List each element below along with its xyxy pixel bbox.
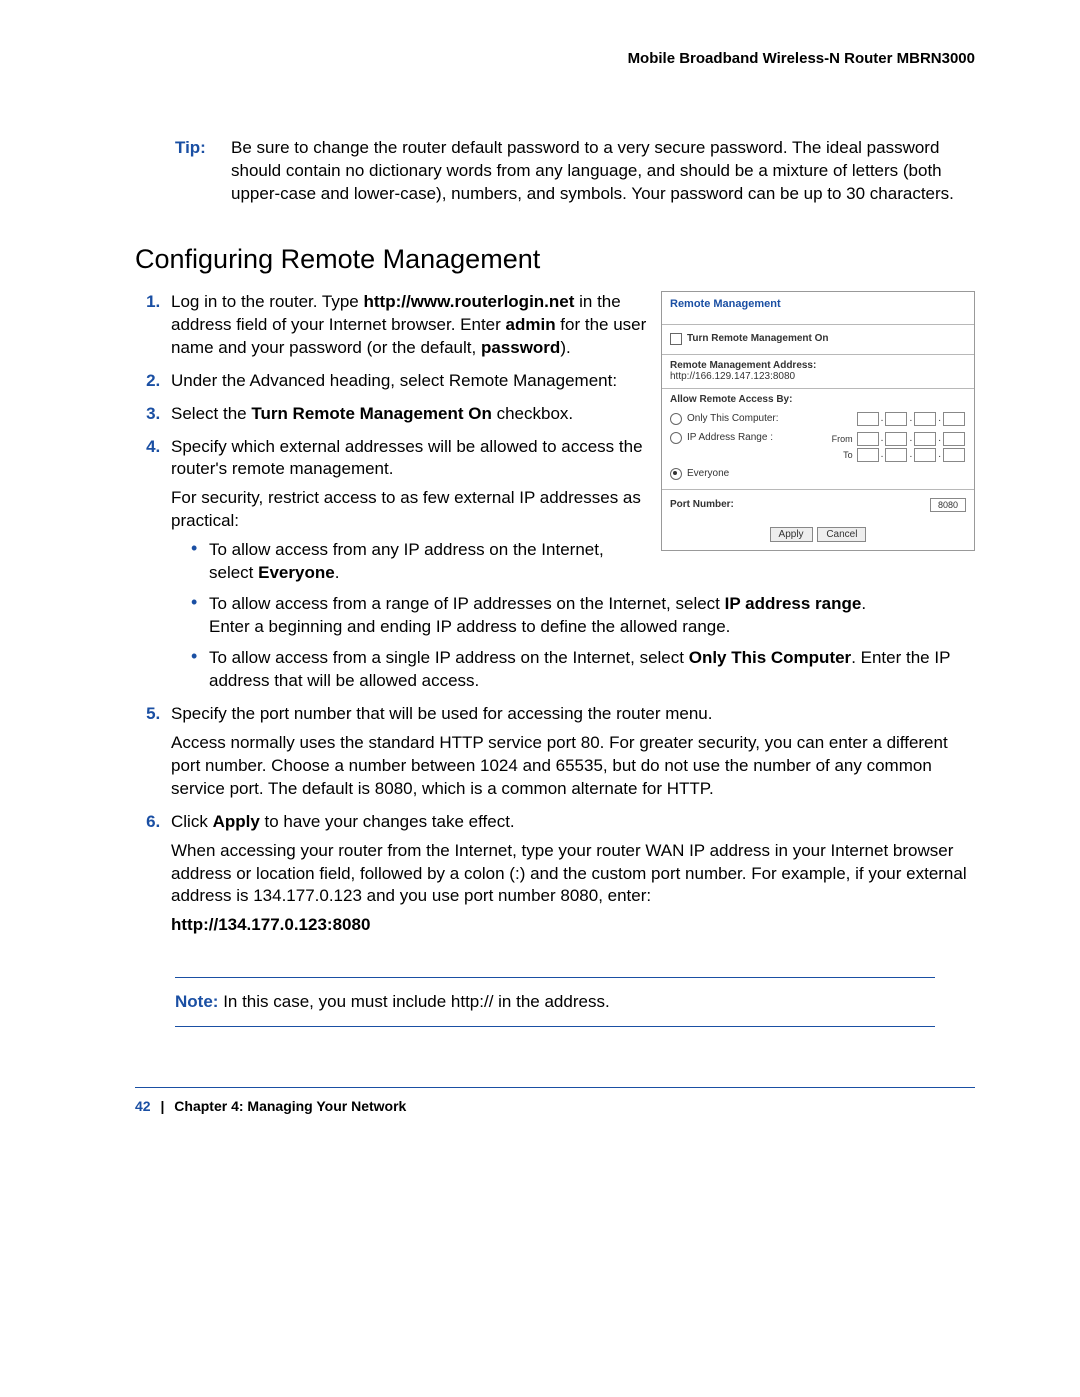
page-number: 42 <box>135 1098 151 1114</box>
everyone-label: Everyone <box>687 468 729 479</box>
running-header: Mobile Broadband Wireless-N Router MBRN3… <box>135 50 975 67</box>
step1-admin: admin <box>506 315 556 334</box>
note-block: Note: In this case, you must include htt… <box>175 977 935 1027</box>
footer-separator: | <box>160 1098 164 1114</box>
tip-text: Be sure to change the router default pas… <box>231 137 975 206</box>
from-label: From <box>823 434 856 444</box>
to-label: To <box>823 450 856 460</box>
remote-management-screenshot: Remote Management Turn Remote Management… <box>661 291 975 551</box>
tip-block: Tip: Be sure to change the router defaul… <box>175 137 975 206</box>
step1-text-d: ). <box>560 338 570 357</box>
step1-text-a: Log in to the router. Type <box>171 292 364 311</box>
chapter-title: Chapter 4: Managing Your Network <box>174 1098 406 1114</box>
step6-text-a: Click <box>171 812 213 831</box>
figure-title: Remote Management <box>662 292 974 324</box>
note-text: In this case, you must include http:// i… <box>223 992 609 1011</box>
b1-bold: Everyone <box>258 563 335 582</box>
range-to-input[interactable]: ... <box>856 448 966 462</box>
only-this-ip-input[interactable]: ... <box>856 412 966 426</box>
note-label: Note: <box>175 992 218 1011</box>
step1-password: password <box>481 338 560 357</box>
b3-bold: Only This Computer <box>689 648 851 667</box>
step6-text-c: When accessing your router from the Inte… <box>171 840 975 909</box>
footer-rule: 42 | Chapter 4: Managing Your Network <box>135 1087 975 1114</box>
ip-range-label: IP Address Range : <box>687 432 773 443</box>
allow-access-label: Allow Remote Access By: <box>670 394 966 405</box>
remote-address-value: http://166.129.147.123:8080 <box>670 371 966 382</box>
range-from-input[interactable]: ... <box>856 432 966 446</box>
bullet-only-this: To allow access from a single IP address… <box>191 647 975 693</box>
b2-text-a: To allow access from a range of IP addre… <box>209 594 725 613</box>
b2-text-b: . <box>861 594 866 613</box>
step3-bold: Turn Remote Management On <box>251 404 492 423</box>
ip-range-radio[interactable] <box>670 432 682 444</box>
b2-text-c: Enter a beginning and ending IP address … <box>209 616 975 639</box>
port-number-input[interactable]: 8080 <box>930 498 966 512</box>
turn-on-label: Turn Remote Management On <box>687 333 829 344</box>
step5-text-b: Access normally uses the standard HTTP s… <box>171 732 975 801</box>
step6-text-b: to have your changes take effect. <box>260 812 515 831</box>
step3-text-a: Select the <box>171 404 251 423</box>
step-5: Specify the port number that will be use… <box>165 703 975 801</box>
everyone-radio[interactable] <box>670 468 682 480</box>
step5-text-a: Specify the port number that will be use… <box>171 703 975 726</box>
section-title: Configuring Remote Management <box>135 244 975 275</box>
only-this-label: Only This Computer: <box>687 413 779 424</box>
step-6: Click Apply to have your changes take ef… <box>165 811 975 938</box>
b3-text-a: To allow access from a single IP address… <box>209 648 689 667</box>
bullet-everyone: To allow access from any IP address on t… <box>191 539 975 585</box>
step3-text-b: checkbox. <box>492 404 573 423</box>
only-this-radio[interactable] <box>670 413 682 425</box>
footer: 42 | Chapter 4: Managing Your Network <box>135 1098 975 1114</box>
b1-text-b: . <box>335 563 340 582</box>
bullet-ip-range: To allow access from a range of IP addre… <box>191 593 975 639</box>
b2-bold: IP address range <box>725 594 862 613</box>
remote-address-label: Remote Management Address: <box>670 360 966 371</box>
tip-label: Tip: <box>175 137 231 206</box>
turn-on-checkbox[interactable] <box>670 333 682 345</box>
port-number-label: Port Number: <box>670 499 734 510</box>
step6-example-url: http://134.177.0.123:8080 <box>171 914 975 937</box>
step6-bold: Apply <box>213 812 260 831</box>
step1-url: http://www.routerlogin.net <box>364 292 575 311</box>
